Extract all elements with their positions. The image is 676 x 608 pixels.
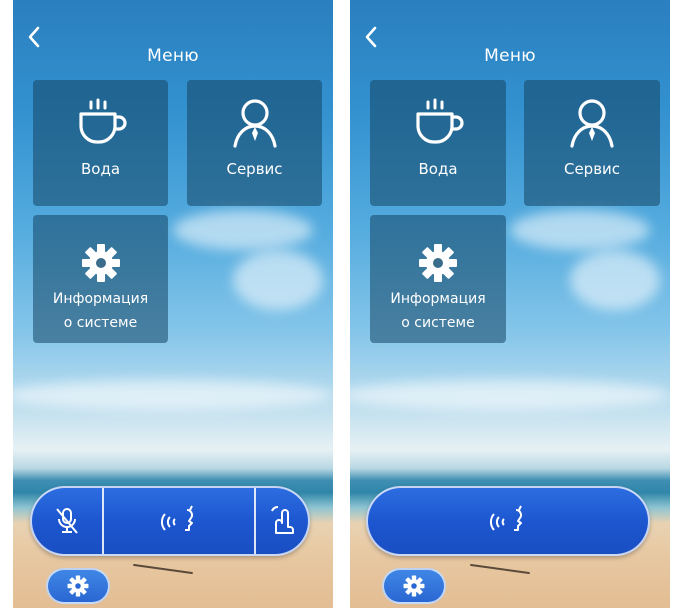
gear-icon — [419, 244, 457, 282]
service-person-icon — [232, 99, 277, 148]
water-tile[interactable]: Вода — [33, 80, 168, 206]
gear-icon — [67, 575, 89, 597]
cloud — [350, 380, 670, 410]
cloud — [570, 250, 660, 310]
system-info-label-line1: Информация — [52, 291, 149, 307]
water-label: Вода — [80, 160, 121, 178]
cloud — [510, 210, 650, 250]
cloud — [13, 380, 333, 410]
voice-icon — [161, 505, 193, 531]
system-info-label-line2: о системе — [63, 315, 138, 331]
beach-umbrella — [133, 563, 193, 575]
cloud — [233, 250, 323, 310]
water-label: Вода — [418, 160, 458, 178]
settings-button[interactable] — [382, 568, 446, 604]
service-tile[interactable]: Сервис — [187, 80, 322, 206]
voice-button[interactable] — [104, 488, 254, 554]
gear-icon — [403, 575, 425, 597]
system-info-label-line2: о системе — [401, 315, 475, 331]
chevron-left-icon — [365, 26, 377, 48]
wave-hand-icon — [271, 506, 294, 534]
system-info-tile[interactable]: Информация о системе — [370, 215, 506, 343]
settings-button[interactable] — [46, 568, 110, 604]
voice-control-bar — [366, 486, 650, 556]
cup-icon — [78, 98, 127, 144]
service-label: Сервис — [226, 160, 283, 178]
service-tile[interactable]: Сервис — [524, 80, 660, 206]
page-title: Меню — [147, 46, 199, 66]
voice-icon — [490, 505, 522, 531]
page-title: Меню — [484, 46, 536, 66]
beach-umbrella — [470, 563, 530, 575]
menu-screen-right: Меню Вода Сервис Информация о системе — [350, 0, 670, 608]
water-tile[interactable]: Вода — [370, 80, 506, 206]
mute-mic-button[interactable] — [32, 488, 102, 554]
voice-button[interactable] — [368, 488, 648, 554]
mute-mic-icon — [56, 508, 78, 534]
voice-control-bar — [30, 486, 310, 556]
cup-icon — [416, 98, 464, 144]
service-person-icon — [570, 99, 614, 148]
system-info-tile[interactable]: Информация о системе — [33, 215, 168, 343]
service-label: Сервис — [563, 160, 621, 178]
chevron-left-icon — [28, 26, 40, 48]
cloud — [173, 210, 313, 250]
menu-screen-left: Меню Вода Сервис Информация о системе — [13, 0, 333, 608]
wave-hand-button[interactable] — [256, 488, 308, 554]
system-info-label-line1: Информация — [390, 291, 486, 307]
gear-icon — [81, 244, 120, 282]
